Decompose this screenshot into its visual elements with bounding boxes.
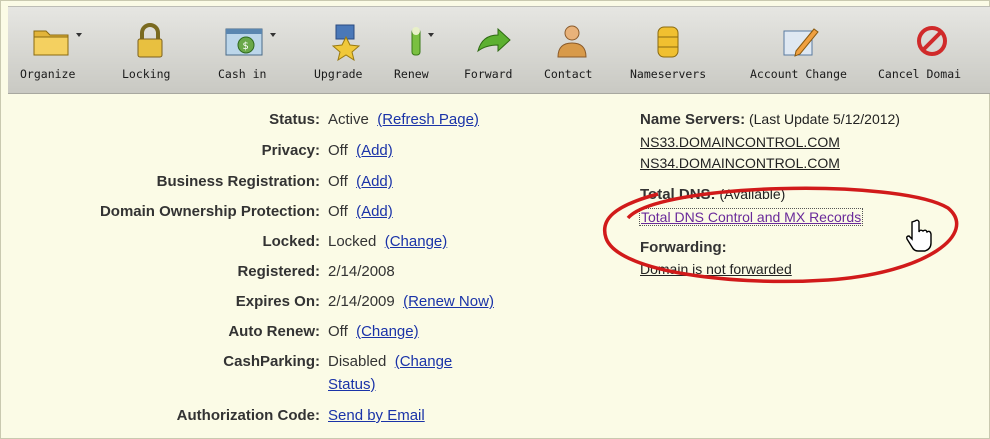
locked-change-link[interactable]: (Change) bbox=[385, 233, 448, 250]
locked-value: Locked bbox=[328, 233, 377, 250]
ns2-link[interactable]: NS34.DOMAINCONTROL.COM bbox=[640, 155, 840, 171]
ns1-link[interactable]: NS33.DOMAINCONTROL.COM bbox=[640, 134, 840, 150]
domain-toolbar: Organize Locking $ Cash in Upgrade Renew… bbox=[8, 6, 990, 94]
chevron-down-icon bbox=[270, 33, 276, 37]
lock-icon bbox=[137, 23, 163, 58]
cash-parking-value: Disabled bbox=[328, 353, 387, 370]
registered-value: 2/14/2008 bbox=[328, 263, 395, 280]
toolbar-label: Organize bbox=[20, 67, 76, 81]
ownership-protection-value: Off bbox=[328, 203, 348, 220]
toolbar-label: Cancel Domai bbox=[878, 67, 962, 81]
auto-renew-value: Off bbox=[328, 323, 348, 340]
cash-parking-row-cont: Status) bbox=[328, 374, 376, 396]
authorization-code-row: Authorization Code: Send by Email bbox=[0, 405, 990, 427]
toolbar-label: Contact bbox=[544, 67, 593, 81]
toolbar-organize[interactable]: Organize bbox=[16, 7, 86, 93]
toolbar-label: Upgrade bbox=[314, 67, 363, 81]
expires-row: Expires On: 2/14/2009 (Renew Now) bbox=[0, 291, 990, 313]
refresh-page-link[interactable]: (Refresh Page) bbox=[377, 111, 479, 128]
toolbar-renew[interactable]: Renew bbox=[390, 7, 452, 93]
toolbar-nameservers[interactable]: Nameservers bbox=[624, 7, 720, 93]
toolbar-cancel-domain[interactable]: Cancel Domai bbox=[874, 7, 990, 93]
business-registration-label: Business Registration: bbox=[156, 173, 320, 190]
toolbar-contact[interactable]: Contact bbox=[538, 7, 610, 93]
privacy-add-link[interactable]: (Add) bbox=[356, 142, 393, 159]
cash-parking-label: CashParking: bbox=[223, 353, 320, 370]
privacy-value: Off bbox=[328, 142, 348, 159]
chevron-down-icon bbox=[428, 33, 434, 37]
toolbar-forward[interactable]: Forward bbox=[458, 7, 530, 93]
toolbar-upgrade[interactable]: Upgrade bbox=[310, 7, 382, 93]
renew-icon bbox=[411, 27, 421, 56]
cash-parking-row: CashParking: Disabled (Change bbox=[0, 351, 990, 373]
ownership-protection-label: Domain Ownership Protection: bbox=[99, 203, 320, 220]
toolbar-label: Cash in bbox=[218, 67, 267, 81]
cancel-icon bbox=[917, 26, 947, 56]
forward-arrow-icon bbox=[477, 27, 511, 53]
auto-renew-change-link[interactable]: (Change) bbox=[356, 323, 419, 340]
change-status-link-line2[interactable]: Status) bbox=[328, 376, 376, 393]
name-servers-update: (Last Update 5/12/2012) bbox=[748, 111, 900, 127]
toolbar-label: Locking bbox=[122, 67, 171, 81]
business-registration-value: Off bbox=[328, 173, 348, 190]
expires-value: 2/14/2009 bbox=[328, 293, 395, 310]
ownership-protection-add-link[interactable]: (Add) bbox=[356, 203, 393, 220]
folder-icon bbox=[33, 30, 69, 56]
database-icon bbox=[657, 26, 679, 58]
cash-icon: $ bbox=[225, 28, 263, 56]
status-label: Status: bbox=[269, 111, 320, 128]
toolbar-label: Account Change bbox=[750, 67, 847, 81]
authorization-code-label: Authorization Code: bbox=[176, 407, 320, 424]
auto-renew-row: Auto Renew: Off (Change) bbox=[0, 321, 990, 343]
send-by-email-link[interactable]: Send by Email bbox=[328, 407, 425, 424]
business-registration-add-link[interactable]: (Add) bbox=[356, 173, 393, 190]
chevron-down-icon bbox=[76, 33, 82, 37]
account-change-icon bbox=[783, 28, 819, 57]
toolbar-locking[interactable]: Locking bbox=[114, 7, 184, 93]
toolbar-account-change[interactable]: Account Change bbox=[744, 7, 856, 93]
change-status-link-line1[interactable]: (Change bbox=[395, 353, 453, 370]
contact-person-icon bbox=[557, 25, 587, 58]
upgrade-icon bbox=[331, 24, 361, 61]
locked-label: Locked: bbox=[262, 233, 320, 250]
registered-label: Registered: bbox=[237, 263, 320, 280]
privacy-label: Privacy: bbox=[261, 142, 320, 159]
auto-renew-label: Auto Renew: bbox=[228, 323, 320, 340]
toolbar-label: Renew bbox=[394, 67, 429, 81]
svg-text:$: $ bbox=[243, 41, 249, 52]
status-value: Active bbox=[328, 111, 369, 128]
toolbar-label: Forward bbox=[464, 67, 513, 81]
renew-now-link[interactable]: (Renew Now) bbox=[403, 293, 494, 310]
hand-cursor-icon bbox=[906, 219, 932, 252]
toolbar-label: Nameservers bbox=[630, 67, 707, 81]
name-servers-label: Name Servers: bbox=[640, 111, 746, 128]
expires-label: Expires On: bbox=[235, 293, 320, 310]
privacy-row: Privacy: Off (Add) bbox=[0, 140, 990, 162]
toolbar-cash-in[interactable]: $ Cash in bbox=[212, 7, 292, 93]
name-servers-heading: Name Servers: (Last Update 5/12/2012) bbox=[640, 111, 900, 128]
